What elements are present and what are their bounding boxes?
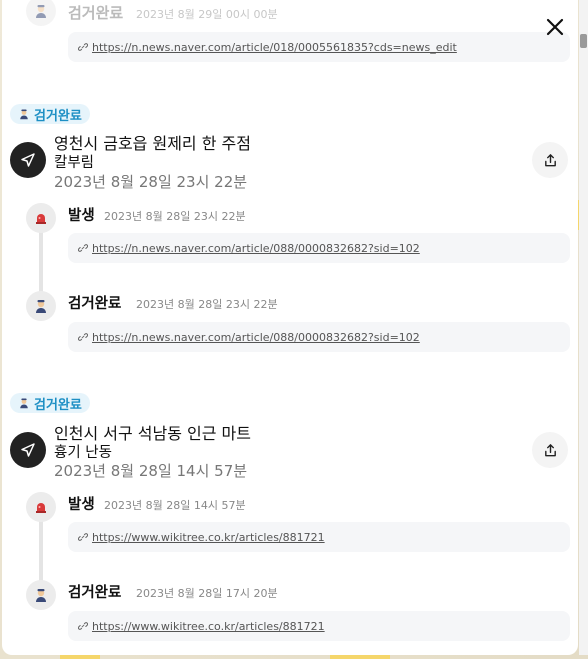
- news-link-box: https://n.news.naver.com/article/088/000…: [68, 233, 570, 263]
- link-icon: [78, 533, 88, 541]
- event-time: 2023년 8월 28일 23시 22분: [104, 210, 246, 223]
- event-time: 2023년 8월 28일 23시 22분: [136, 298, 278, 311]
- incident-detail-panel: 검거완료 2023년 8월 29일 00시 00분 https://n.news…: [2, 0, 578, 655]
- location-arrow-icon[interactable]: [10, 432, 46, 468]
- police-officer-icon: [26, 580, 56, 610]
- close-button[interactable]: [542, 14, 568, 40]
- event-time: 2023년 8월 28일 14시 57분: [104, 499, 246, 512]
- share-button[interactable]: [532, 142, 568, 178]
- event-time: 2023년 8월 28일 17시 20분: [136, 587, 278, 600]
- share-icon: [544, 153, 556, 166]
- event-type-label: 발생: [68, 208, 95, 224]
- status-label: 검거완료: [34, 397, 82, 413]
- link-icon: [78, 244, 88, 252]
- share-button[interactable]: [532, 432, 568, 468]
- news-link[interactable]: https://n.news.naver.com/article/018/000…: [92, 41, 457, 54]
- event-type-label: 검거완료: [68, 585, 122, 601]
- link-icon: [78, 43, 88, 51]
- status-badge: 검거완료: [10, 393, 90, 413]
- news-link-box: https://www.wikitree.co.kr/articles/8817…: [68, 611, 570, 641]
- incident-weapon: 흉기 난동: [54, 445, 112, 461]
- event-type-label: 검거완료: [68, 4, 124, 22]
- scrollbar[interactable]: [579, 0, 588, 655]
- news-link-box: https://www.wikitree.co.kr/articles/8817…: [68, 522, 570, 552]
- police-officer-icon: [20, 398, 28, 409]
- police-officer-icon: [26, 291, 56, 321]
- event-type-label: 검거완료: [68, 296, 122, 312]
- incident-list[interactable]: 검거완료 2023년 8월 29일 00시 00분 https://n.news…: [2, 0, 578, 655]
- siren-icon: [26, 492, 56, 522]
- event-type-label: 발생: [68, 497, 95, 513]
- news-link-box: https://n.news.naver.com/article/088/000…: [68, 322, 570, 352]
- incident-datetime: 2023년 8월 28일 14시 57분: [54, 462, 248, 480]
- incident-datetime: 2023년 8월 28일 23시 22분: [54, 173, 248, 191]
- news-link[interactable]: https://www.wikitree.co.kr/articles/8817…: [92, 531, 325, 544]
- police-officer-icon: [26, 0, 56, 26]
- news-link[interactable]: https://n.news.naver.com/article/088/000…: [92, 242, 420, 255]
- link-icon: [78, 622, 88, 630]
- news-link[interactable]: https://n.news.naver.com/article/088/000…: [92, 331, 420, 344]
- police-officer-icon: [20, 109, 28, 120]
- location-arrow-icon[interactable]: [10, 142, 46, 178]
- siren-icon: [26, 203, 56, 233]
- incident-weapon: 칼부림: [54, 155, 95, 171]
- news-link-box: https://n.news.naver.com/article/018/000…: [68, 32, 570, 62]
- link-icon: [78, 333, 88, 341]
- share-icon: [544, 443, 556, 456]
- news-link[interactable]: https://www.wikitree.co.kr/articles/8817…: [92, 620, 325, 633]
- status-label: 검거완료: [34, 108, 82, 124]
- event-time: 2023년 8월 29일 00시 00분: [136, 8, 278, 21]
- close-icon: [546, 18, 564, 36]
- scrollbar-thumb[interactable]: [580, 34, 587, 48]
- status-badge: 검거완료: [10, 104, 90, 124]
